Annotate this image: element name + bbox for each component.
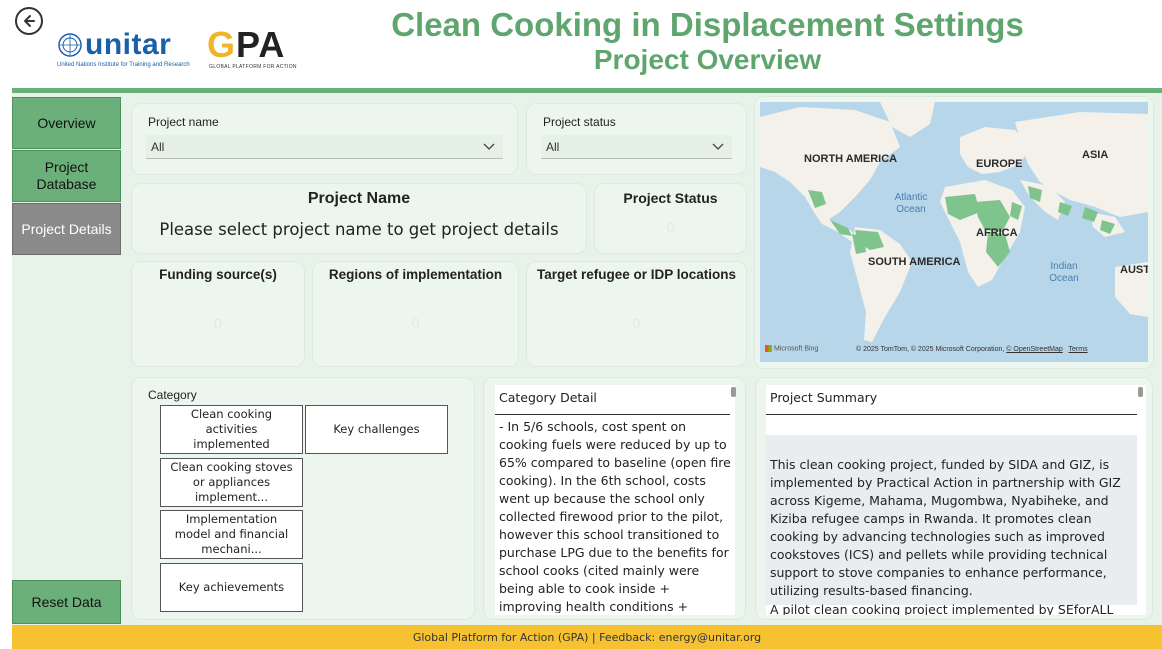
project-name-value: All xyxy=(151,139,165,154)
gpa-tagline: GLOBAL PLATFORM FOR ACTION xyxy=(209,64,297,70)
un-emblem-icon xyxy=(58,33,82,57)
category-detail-title: Category Detail xyxy=(499,390,597,405)
map-label-indian: Indian Ocean xyxy=(1049,261,1079,284)
map-label-europe: EUROPE xyxy=(976,158,1023,170)
chevron-down-icon xyxy=(483,143,495,150)
project-name-label: Project name xyxy=(148,115,219,129)
map-label-africa: AFRICA xyxy=(976,227,1018,239)
category-detail-panel[interactable]: Category Detail - In 5/6 schools, cost s… xyxy=(495,385,736,615)
category-clean-cooking-activities-button[interactable]: Clean cooking activities implemented xyxy=(160,405,303,454)
map-credit: © 2025 TomTom, © 2025 Microsoft Corporat… xyxy=(856,346,1088,353)
target-locations-card: Target refugee or IDP locations 0 xyxy=(526,261,747,367)
nav-project-database-button[interactable]: Project Database xyxy=(12,150,121,202)
nav-overview-button[interactable]: Overview xyxy=(12,97,121,149)
chevron-down-icon xyxy=(712,143,724,150)
category-detail-divider xyxy=(495,414,730,415)
page-title: Clean Cooking in Displacement Settings xyxy=(391,6,1024,43)
project-name-message: Please select project name to get projec… xyxy=(159,220,559,239)
map-label-north-america: NORTH AMERICA xyxy=(804,153,898,165)
category-key-achievements-button[interactable]: Key achievements xyxy=(160,563,303,612)
target-locations-value: 0 xyxy=(632,315,641,331)
category-key-challenges-button[interactable]: Key challenges xyxy=(305,405,448,454)
regions-card: Regions of implementation 0 xyxy=(312,261,519,367)
project-status-label: Project status xyxy=(543,115,616,129)
world-map[interactable]: NORTH AMERICA EUROPE ASIA AFRICA SOUTH A… xyxy=(760,102,1148,362)
project-status-value-text: 0 xyxy=(666,219,675,235)
gpa-logo-text: GPA xyxy=(207,24,286,65)
map-label-asia: ASIA xyxy=(1082,149,1109,161)
map-label-south-america: SOUTH AMERICA xyxy=(868,256,961,268)
category-detail-text: - In 5/6 schools, cost spent on cooking … xyxy=(499,419,731,613)
microsoft-bing-logo: Microsoft Bing xyxy=(765,345,818,352)
footer: Global Platform for Action (GPA) | Feedb… xyxy=(12,625,1162,649)
back-arrow-icon[interactable] xyxy=(15,7,43,35)
terms-link[interactable]: Terms xyxy=(1069,346,1088,353)
unitar-logo-text: unitar xyxy=(85,28,172,61)
map-label-australia: AUSTI xyxy=(1120,264,1148,276)
project-summary-scrollbar[interactable] xyxy=(1138,387,1143,397)
project-summary-divider xyxy=(766,414,1137,415)
project-summary-title: Project Summary xyxy=(770,390,878,405)
category-detail-scrollbar[interactable] xyxy=(731,387,736,397)
target-locations-title: Target refugee or IDP locations xyxy=(536,267,737,282)
project-status-card: Project Status 0 xyxy=(594,183,747,254)
category-implementation-model-button[interactable]: Implementation model and financial mecha… xyxy=(160,510,303,559)
project-summary-text-2: A pilot clean cooking project implemente… xyxy=(770,602,1114,615)
openstreetmap-link[interactable]: © OpenStreetMap xyxy=(1006,346,1063,353)
project-status-dropdown[interactable]: All xyxy=(541,135,732,159)
funding-source-card: Funding source(s) 0 xyxy=(131,261,305,367)
project-status-slicer: Project status All xyxy=(526,103,747,175)
reset-data-button[interactable]: Reset Data xyxy=(12,580,121,624)
unitar-tagline: United Nations Institute for Training an… xyxy=(57,62,190,68)
project-status-title: Project Status xyxy=(623,190,718,206)
project-name-title: Project Name xyxy=(307,190,411,207)
unitar-logo: unitar United Nations Institute for Trai… xyxy=(55,28,195,72)
project-name-dropdown[interactable]: All xyxy=(146,135,503,159)
regions-value: 0 xyxy=(411,315,420,331)
page-subtitle: Project Overview xyxy=(593,44,822,75)
category-stoves-appliances-button[interactable]: Clean cooking stoves or appliances imple… xyxy=(160,458,303,507)
dashboard-page: unitar United Nations Institute for Trai… xyxy=(0,0,1162,649)
funding-source-value: 0 xyxy=(214,315,222,331)
regions-title: Regions of implementation xyxy=(328,267,503,282)
footer-text[interactable]: Global Platform for Action (GPA) | Feedb… xyxy=(413,631,761,644)
gpa-logo: GPA GLOBAL PLATFORM FOR ACTION xyxy=(207,24,307,74)
category-label: Category xyxy=(148,388,197,402)
world-map-graphic xyxy=(760,102,1148,342)
map-label-atlantic: Atlantic Ocean xyxy=(894,192,928,215)
project-summary-text: This clean cooking project, funded by SI… xyxy=(770,457,1125,598)
funding-source-title: Funding source(s) xyxy=(159,267,277,282)
nav-project-details-button[interactable]: Project Details xyxy=(12,203,121,255)
project-status-value: All xyxy=(546,139,560,154)
project-name-card: Project Name Please select project name … xyxy=(131,183,587,254)
project-name-slicer: Project name All xyxy=(131,103,518,175)
project-summary-panel[interactable]: Project Summary This clean cooking proje… xyxy=(766,385,1146,615)
